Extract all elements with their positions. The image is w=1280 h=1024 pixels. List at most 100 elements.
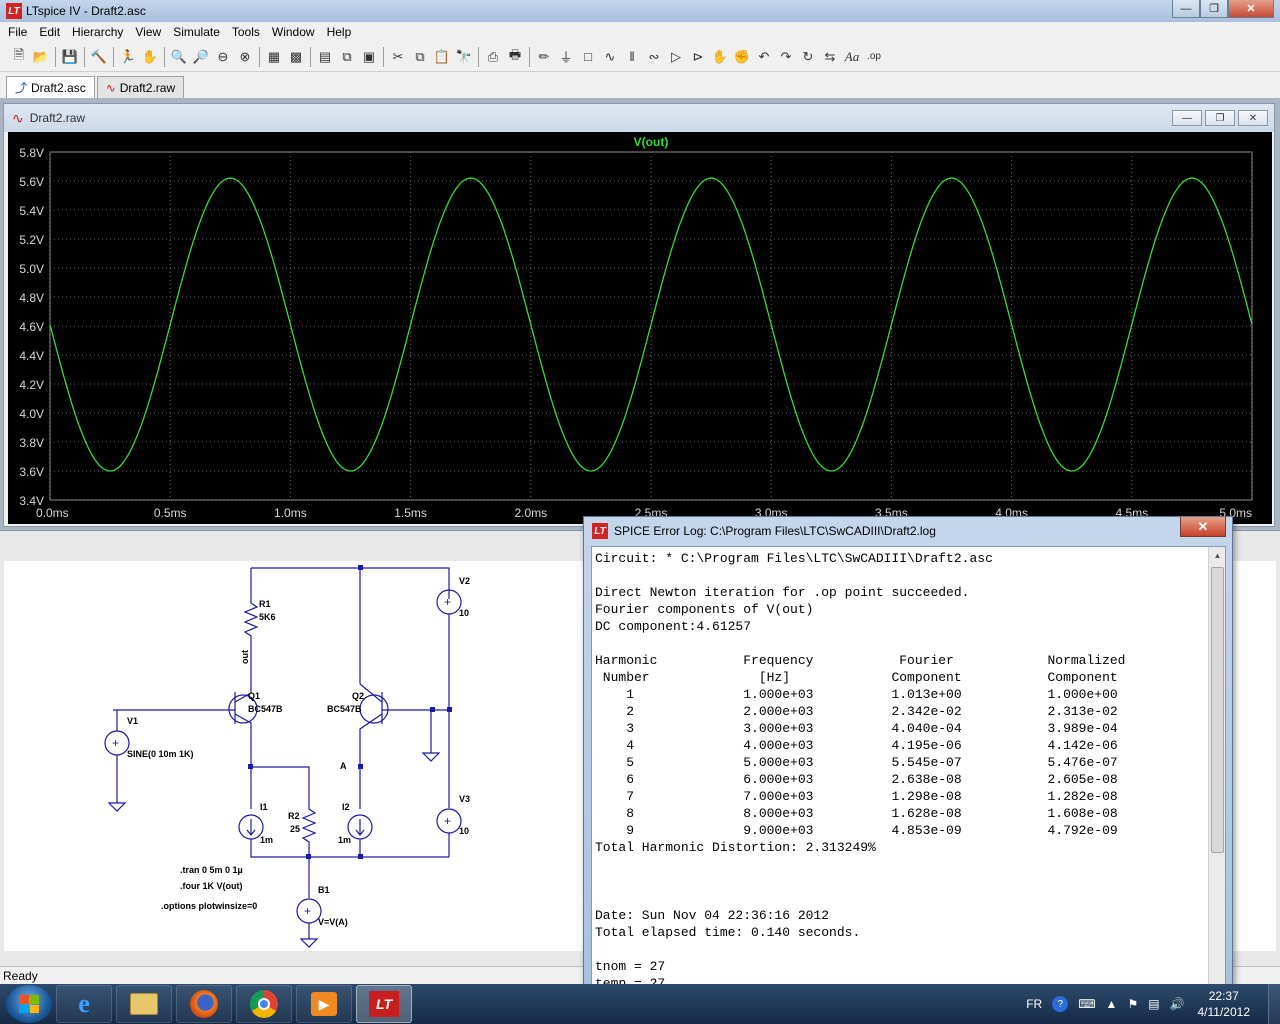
spice-directive-icon[interactable]: .op xyxy=(863,46,885,68)
start-button[interactable] xyxy=(6,985,52,1023)
log-line: 1 1.000e+03 1.013e+00 1.000e+00 xyxy=(595,687,1118,702)
menu-view[interactable]: View xyxy=(129,25,167,39)
menu-edit[interactable]: Edit xyxy=(33,25,66,39)
network-icon[interactable]: ▤ xyxy=(1148,997,1159,1011)
text-icon[interactable]: Aa xyxy=(841,46,863,68)
plot-minimize-button[interactable]: — xyxy=(1172,110,1202,126)
waveform-plot: 3.4V3.6V3.8V4.0V4.2V4.4V4.6V4.8V5.0V5.2V… xyxy=(19,135,1253,520)
menu-hierarchy[interactable]: Hierarchy xyxy=(66,25,129,39)
svg-text:+: + xyxy=(444,814,451,828)
plot-restore-button[interactable]: ❐ xyxy=(1205,110,1235,126)
menu-window[interactable]: Window xyxy=(266,25,321,39)
show-desktop-button[interactable] xyxy=(1268,984,1280,1024)
zoom-in-icon[interactable]: 🔍 xyxy=(168,46,190,68)
plot-area[interactable]: 3.4V 3.6V 3.8V 4.0V 4.2V 4.4V 4.6V 4.8V 5.0V 5.2V… xyxy=(8,132,1272,524)
paste-icon[interactable]: 📋 xyxy=(431,46,453,68)
tab-label: Draft2.asc xyxy=(31,80,86,95)
zoom-fit-icon[interactable]: ⊗ xyxy=(234,46,256,68)
ground-icon[interactable]: ⏚ xyxy=(555,46,577,68)
drag-icon[interactable]: ✊ xyxy=(731,46,753,68)
autorange-icon[interactable]: ▦ xyxy=(263,46,285,68)
taskbar: e ▶ LT FR ? ⌨ ▲ ⚑ ▤ 🔊 22:37 4/11/2012 xyxy=(0,984,1280,1024)
run-icon[interactable]: 🏃 xyxy=(117,46,139,68)
folder-icon xyxy=(130,993,158,1015)
new-schematic-icon[interactable]: 🗎 xyxy=(8,46,30,68)
move-icon[interactable]: ✋ xyxy=(709,46,731,68)
menu-simulate[interactable]: Simulate xyxy=(167,25,226,39)
action-center-flag-icon[interactable]: ⚑ xyxy=(1127,997,1138,1011)
menu-file[interactable]: File xyxy=(2,25,33,39)
out-net-label: out xyxy=(240,650,250,664)
log-window-caption: LT SPICE Error Log: C:\Program Files\LTC… xyxy=(584,517,1232,545)
plot-window-caption: ∿ Draft2.raw xyxy=(4,104,1274,132)
tab-label: Draft2.raw xyxy=(119,80,176,95)
language-indicator[interactable]: FR xyxy=(1026,997,1042,1011)
r2-label: R2 xyxy=(288,811,300,821)
menu-tools[interactable]: Tools xyxy=(226,25,266,39)
redo-icon[interactable]: ↷ xyxy=(775,46,797,68)
tab-draft2-raw[interactable]: ∿ Draft2.raw xyxy=(96,76,185,98)
mirror-icon[interactable]: ⇆ xyxy=(819,46,841,68)
print-icon[interactable]: 🖶 xyxy=(504,46,526,68)
menu-bar: File Edit Hierarchy View Simulate Tools … xyxy=(0,22,1280,42)
keyboard-icon[interactable]: ⌨ xyxy=(1078,997,1095,1011)
firefox-taskbar-button[interactable] xyxy=(176,985,232,1023)
copy-icon[interactable]: ⧉ xyxy=(409,46,431,68)
options-directive[interactable]: .options plotwinsize=0 xyxy=(161,901,257,911)
ltspice-taskbar-button[interactable]: LT xyxy=(356,985,412,1023)
inductor-icon[interactable]: ∾ xyxy=(643,46,665,68)
four-directive[interactable]: .four 1K V(out) xyxy=(180,881,243,891)
scroll-thumb[interactable] xyxy=(1211,567,1224,853)
show-hidden-icons-icon[interactable]: ▲ xyxy=(1106,997,1118,1011)
chrome-taskbar-button[interactable] xyxy=(236,985,292,1023)
help-icon[interactable]: ? xyxy=(1052,996,1069,1012)
diode-icon[interactable]: ▷ xyxy=(665,46,687,68)
cascade-icon[interactable]: ⧉ xyxy=(336,46,358,68)
log-scrollbar[interactable]: ▲ xyxy=(1208,547,1225,986)
restore-button[interactable]: ❐ xyxy=(1200,0,1228,18)
log-line: 8 8.000e+03 1.628e-08 1.608e-08 xyxy=(595,806,1118,821)
resistor-icon[interactable]: ∿ xyxy=(599,46,621,68)
clock[interactable]: 22:37 4/11/2012 xyxy=(1198,988,1251,1020)
undo-icon[interactable]: ↶ xyxy=(753,46,775,68)
tab-draft2-asc[interactable]: ⤴ Draft2.asc xyxy=(6,76,95,98)
open-icon[interactable]: 📂 xyxy=(30,46,52,68)
cut-icon[interactable]: ✂ xyxy=(387,46,409,68)
b1-value: V=V(A) xyxy=(318,917,348,927)
rotate-icon[interactable]: ↻ xyxy=(797,46,819,68)
scroll-up-icon[interactable]: ▲ xyxy=(1209,547,1225,564)
internet-explorer-icon: e xyxy=(78,989,90,1018)
label-net-icon[interactable]: □ xyxy=(577,46,599,68)
log-line: Fourier components of V(out) xyxy=(595,602,814,617)
schematic-icon: ⤴ xyxy=(15,81,28,95)
plot-window-title: Draft2.raw xyxy=(29,111,86,125)
log-line: Circuit: * C:\Program Files\LTC\SwCADIII… xyxy=(595,551,993,566)
capacitor-icon[interactable]: ‖ xyxy=(621,46,643,68)
explorer-taskbar-button[interactable] xyxy=(116,985,172,1023)
wire-icon[interactable]: ✏ xyxy=(533,46,555,68)
log-text-area[interactable]: Circuit: * C:\Program Files\LTC\SwCADIII… xyxy=(591,546,1226,987)
print-setup-icon[interactable]: ⎙ xyxy=(482,46,504,68)
minimize-button[interactable]: — xyxy=(1172,0,1200,18)
plot-close-button[interactable]: ✕ xyxy=(1238,110,1268,126)
grid-icon[interactable]: ▩ xyxy=(285,46,307,68)
tran-directive[interactable]: .tran 0 5m 0 1µ xyxy=(180,865,243,875)
log-close-button[interactable]: ✕ xyxy=(1180,517,1226,537)
volume-icon[interactable]: 🔊 xyxy=(1170,997,1185,1011)
tile-horizontal-icon[interactable]: ▤ xyxy=(314,46,336,68)
log-line: 7 7.000e+03 1.298e-08 1.282e-08 xyxy=(595,789,1118,804)
media-player-taskbar-button[interactable]: ▶ xyxy=(296,985,352,1023)
pan-icon[interactable]: 🔎 xyxy=(190,46,212,68)
component-icon[interactable]: ⊳ xyxy=(687,46,709,68)
close-window-icon[interactable]: ▣ xyxy=(358,46,380,68)
zoom-out-icon[interactable]: ⊖ xyxy=(212,46,234,68)
control-panel-icon[interactable]: 🔨 xyxy=(88,46,110,68)
find-icon[interactable]: 🔭 xyxy=(453,46,475,68)
save-icon[interactable]: 💾 xyxy=(59,46,81,68)
trace-title: V(out) xyxy=(634,135,669,149)
menu-help[interactable]: Help xyxy=(321,25,358,39)
halt-icon[interactable]: ✋ xyxy=(139,46,161,68)
close-button[interactable]: ✕ xyxy=(1228,0,1274,18)
internet-explorer-taskbar-button[interactable]: e xyxy=(56,985,112,1023)
